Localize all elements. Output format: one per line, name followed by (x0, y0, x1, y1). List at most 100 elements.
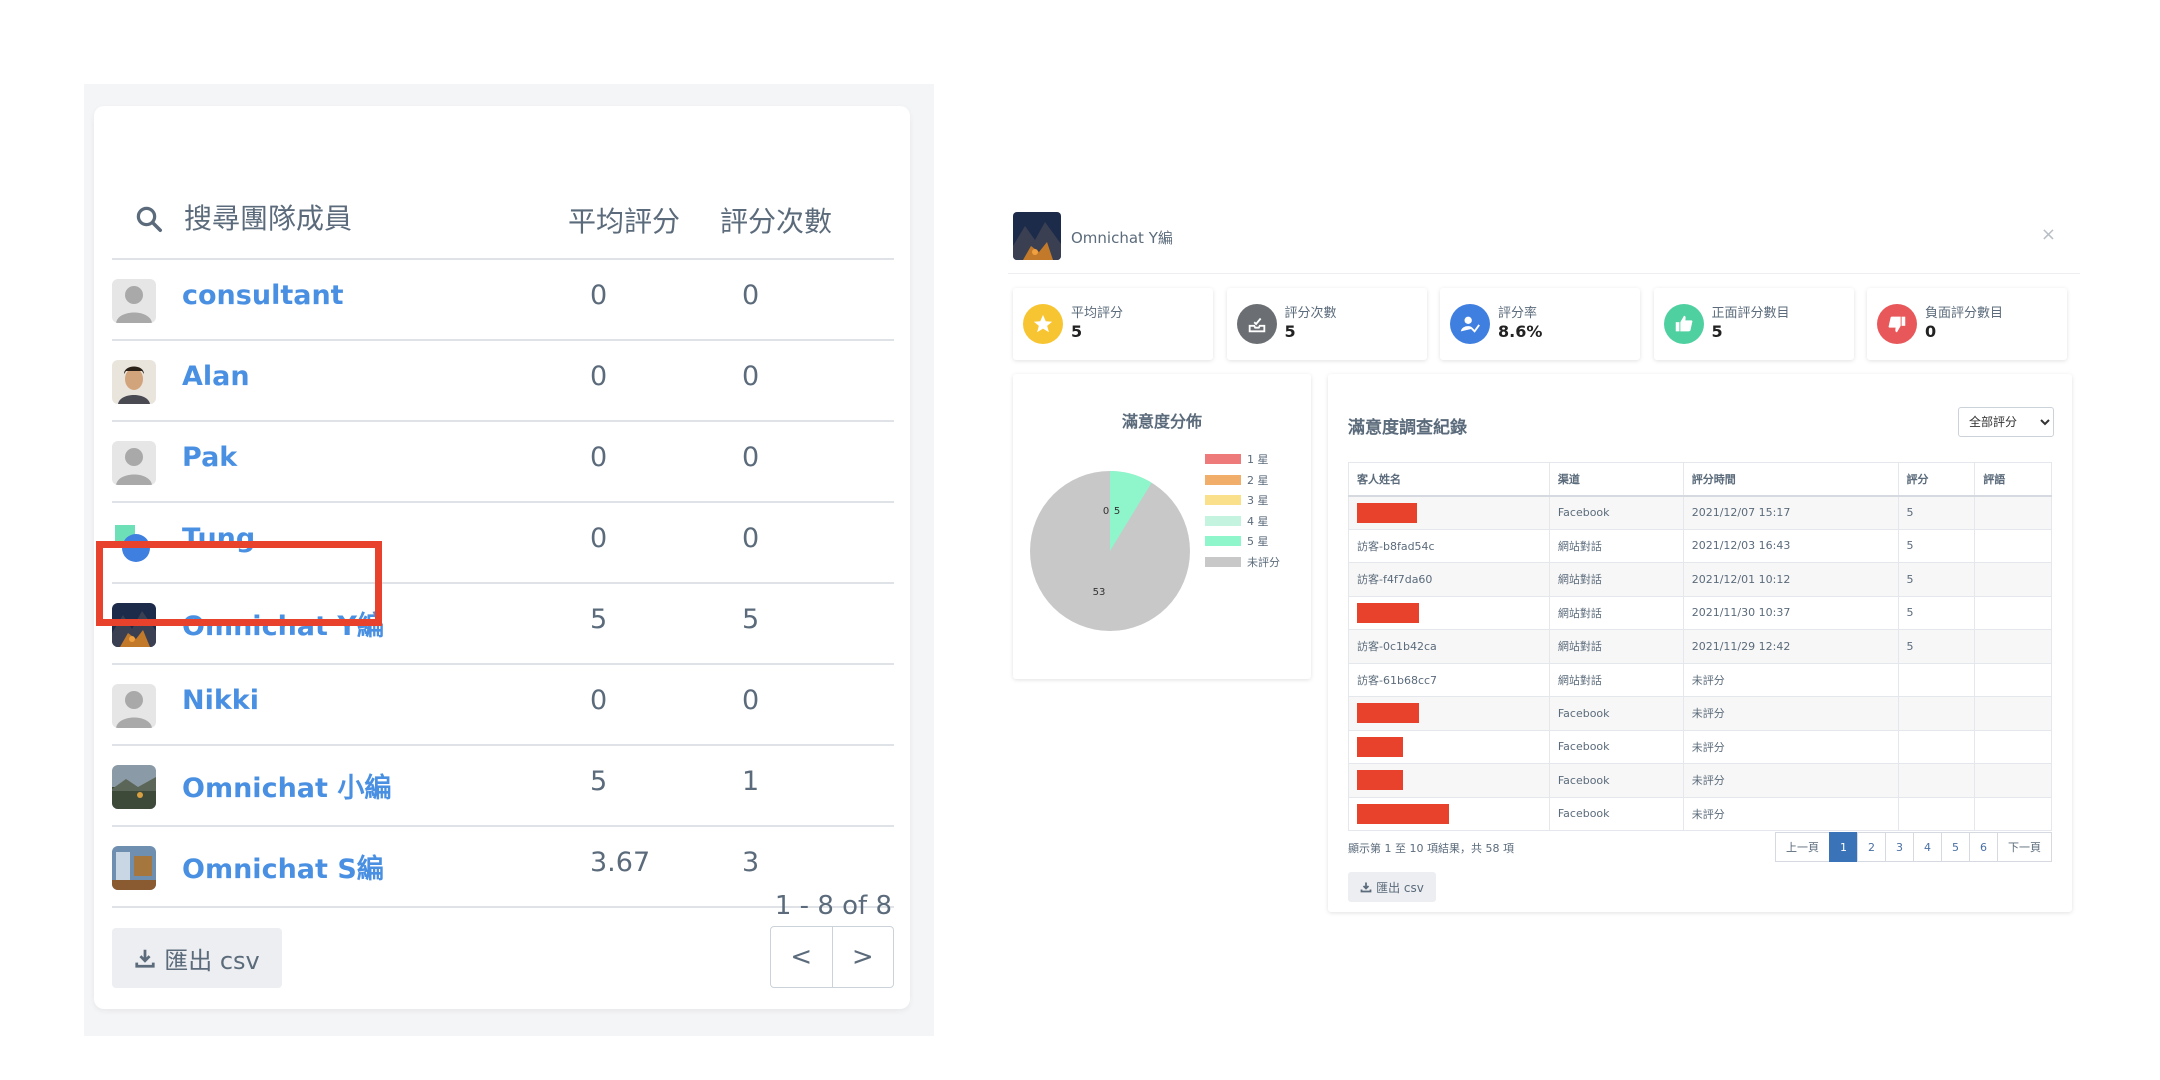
member-row[interactable]: Alan 0 0 (112, 341, 894, 422)
legend-item[interactable]: 1 星 (1205, 452, 1269, 466)
member-rating-count: 0 (742, 442, 760, 473)
table-row[interactable]: Facebook 未評分 (1348, 796, 2052, 831)
member-name-link[interactable]: Omnichat 小編 (182, 766, 391, 805)
survey-records-table: 客人姓名 渠道 評分時間 評分 評語 Facebook 2021/12/07 15:17 5… (1348, 462, 2052, 831)
stat-label: 負面評分數目 (1925, 306, 2004, 321)
rating-filter-select[interactable]: 全部評分 (1958, 407, 2054, 437)
member-name-link[interactable]: Nikki (182, 685, 259, 716)
member-row[interactable]: Nikki 0 0 (112, 665, 894, 746)
legend-item[interactable]: 2 星 (1205, 473, 1269, 487)
comment-cell (1974, 528, 2052, 563)
customer-name-cell[interactable]: 訪客-61b68cc7 (1348, 662, 1550, 697)
rating-time-cell: 2021/12/03 16:43 (1682, 528, 1899, 563)
channel-cell: Facebook (1548, 696, 1684, 731)
table-row[interactable]: Facebook 未評分 (1348, 696, 2052, 731)
table-row[interactable]: 訪客-b8fad54c 網站對話 2021/12/03 16:43 5 (1348, 528, 2052, 563)
next-page-button[interactable]: > (833, 927, 894, 987)
table-column-header[interactable]: 客人姓名 (1348, 462, 1550, 497)
page-number-button[interactable]: 2 (1857, 832, 1886, 862)
legend-label: 4 星 (1247, 514, 1269, 528)
customer-name-cell[interactable]: 訪客-0c1b42ca (1348, 629, 1550, 664)
pie-label-unrated: 53 (1093, 587, 1106, 598)
rating-time-cell: 未評分 (1682, 662, 1899, 697)
legend-label: 5 星 (1247, 535, 1269, 548)
prev-page-button[interactable]: 上一頁 (1775, 832, 1830, 862)
pie-label-five: 5 (1114, 506, 1120, 517)
customer-name-cell[interactable] (1348, 763, 1550, 798)
member-name-link[interactable]: Omnichat S編 (182, 847, 384, 886)
member-row[interactable]: consultant 0 0 (112, 260, 894, 341)
legend-swatch (1205, 556, 1241, 567)
member-rating-count: 1 (742, 766, 760, 797)
customer-name-cell[interactable] (1348, 796, 1550, 831)
page-number-button[interactable]: 1 (1829, 832, 1858, 862)
legend-item[interactable]: 5 星 (1205, 534, 1269, 548)
customer-name-cell[interactable] (1348, 495, 1550, 530)
channel-cell: Facebook (1548, 729, 1684, 764)
user-check-icon (1450, 304, 1490, 344)
export-csv-label: 匯出 csv (1376, 880, 1424, 895)
legend-item[interactable]: 3 星 (1205, 493, 1269, 507)
column-header-avg-rating[interactable]: 平均評分 (568, 200, 680, 240)
stat-label: 評分率 (1498, 306, 1538, 321)
rating-time-cell: 未評分 (1682, 729, 1899, 764)
prev-page-button[interactable]: < (771, 927, 833, 987)
table-row[interactable]: 網站對話 2021/11/30 10:37 5 (1348, 595, 2052, 630)
export-csv-button-small[interactable]: 匯出 csv (1348, 872, 1436, 902)
satisfaction-pie-chart: 0 5 53 (1030, 471, 1190, 631)
member-rating-count: 0 (742, 280, 760, 311)
thumbs-up-icon (1663, 304, 1704, 344)
channel-cell: 網站對話 (1548, 662, 1684, 697)
member-avg-rating: 0 (590, 280, 608, 311)
close-icon[interactable]: × (2041, 224, 2056, 245)
page-number-button[interactable]: 4 (1913, 832, 1942, 862)
pager: < > (770, 926, 894, 988)
rating-time-cell: 2021/12/07 15:17 (1682, 495, 1899, 530)
score-cell (1897, 662, 1976, 697)
member-name-link[interactable]: Alan (182, 361, 250, 392)
table-row[interactable]: Facebook 2021/12/07 15:17 5 (1348, 495, 2052, 530)
table-column-header[interactable]: 評分 (1897, 462, 1976, 497)
survey-records-title: 滿意度調查紀錄 (1348, 418, 1467, 438)
member-row[interactable]: Omnichat 小編 5 1 (112, 746, 894, 827)
redacted-name (1357, 770, 1403, 791)
table-column-header[interactable]: 評分時間 (1682, 462, 1899, 497)
table-column-header[interactable]: 渠道 (1548, 462, 1684, 497)
channel-cell: 網站對話 (1548, 562, 1684, 597)
stat-value: 5 (1071, 322, 1083, 341)
page-number-button[interactable]: 3 (1885, 832, 1914, 862)
member-avg-rating: 5 (590, 766, 608, 797)
table-row[interactable]: Facebook 未評分 (1348, 763, 2052, 798)
table-column-header[interactable]: 評語 (1974, 462, 2052, 497)
member-name-link[interactable]: consultant (182, 280, 344, 311)
table-row[interactable]: 訪客-0c1b42ca 網站對話 2021/11/29 12:42 5 (1348, 629, 2052, 664)
table-row[interactable]: Facebook 未評分 (1348, 729, 2052, 764)
page-number-button[interactable]: 5 (1941, 832, 1970, 862)
legend-item[interactable]: 4 星 (1205, 514, 1269, 528)
legend-label: 3 星 (1247, 494, 1269, 507)
customer-name-cell[interactable]: 訪客-b8fad54c (1348, 528, 1550, 563)
member-avg-rating: 0 (590, 523, 608, 554)
search-members-input[interactable] (184, 198, 564, 238)
comment-cell (1974, 796, 2052, 831)
score-cell (1897, 763, 1976, 798)
customer-name-cell[interactable] (1348, 595, 1550, 630)
member-avg-rating: 5 (590, 604, 608, 635)
stat-card: 評分率 8.6% (1440, 288, 1640, 360)
member-row[interactable]: Pak 0 0 (112, 422, 894, 503)
next-page-button[interactable]: 下一頁 (1997, 832, 2052, 862)
redacted-name (1357, 502, 1417, 523)
inbox-icon (1236, 304, 1277, 344)
column-header-rating-count[interactable]: 評分次數 (720, 200, 832, 240)
member-name-link[interactable]: Pak (182, 442, 237, 473)
table-row[interactable]: 訪客-61b68cc7 網站對話 未評分 (1348, 662, 2052, 697)
customer-name-cell[interactable]: 訪客-f4f7da60 (1348, 562, 1550, 597)
customer-name-cell[interactable] (1348, 729, 1550, 764)
page-number-button[interactable]: 6 (1969, 832, 1998, 862)
redacted-name (1357, 602, 1419, 623)
export-csv-button[interactable]: 匯出 csv (112, 928, 282, 988)
customer-name-cell[interactable] (1348, 696, 1550, 731)
legend-item[interactable]: 未評分 (1205, 555, 1280, 569)
table-row[interactable]: 訪客-f4f7da60 網站對話 2021/12/01 10:12 5 (1348, 562, 2052, 597)
survey-records-card: 滿意度調查紀錄 全部評分 客人姓名 渠道 評分時間 評分 評語 Facebook 2021… (1328, 374, 2072, 912)
